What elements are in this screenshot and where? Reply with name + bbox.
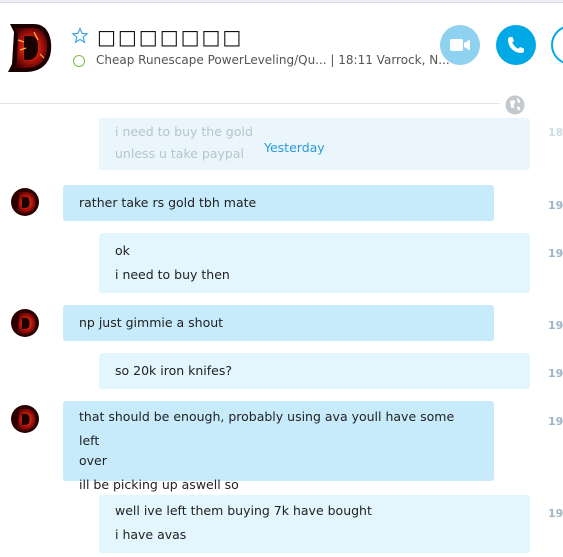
favorite-star-icon[interactable] bbox=[71, 27, 89, 45]
message-timestamp: 19: bbox=[548, 199, 563, 212]
message-line: i have avas bbox=[115, 527, 187, 542]
message-feed[interactable]: i need to buy the gold unless u take pay… bbox=[0, 104, 563, 557]
contact-name[interactable]: □□□□□□□ bbox=[97, 25, 243, 49]
incoming-message-bubble[interactable]: rather take rs gold tbh mate bbox=[63, 185, 494, 221]
outgoing-message-bubble[interactable]: ok i need to buy then bbox=[99, 233, 530, 293]
message-line: over bbox=[79, 453, 107, 468]
message-line: rather take rs gold tbh mate bbox=[79, 195, 257, 210]
message-line: np just gimmie a shout bbox=[79, 315, 224, 330]
outgoing-message-bubble[interactable]: so 20k iron knifes? bbox=[99, 353, 530, 389]
incoming-message-bubble[interactable]: np just gimmie a shout bbox=[63, 305, 494, 341]
incoming-message-bubble[interactable]: that should be enough, probably using av… bbox=[63, 401, 494, 492]
video-camera-icon bbox=[450, 39, 470, 51]
message-timestamp: 19: bbox=[548, 247, 563, 260]
message-line: ok bbox=[115, 243, 130, 258]
add-participant-button[interactable] bbox=[551, 25, 563, 65]
message-timestamp: 19: bbox=[548, 507, 563, 520]
message-line: unless u take paypal bbox=[115, 146, 244, 161]
message-line: i need to buy then bbox=[115, 267, 230, 282]
message-line: well ive left them buying 7k have bought bbox=[115, 503, 372, 518]
sender-avatar[interactable] bbox=[10, 307, 40, 339]
message-timestamp: 19: bbox=[548, 319, 563, 332]
presence-status-icon bbox=[73, 55, 85, 67]
day-separator: Yesterday bbox=[264, 140, 325, 155]
message-timestamp: 19: bbox=[548, 415, 563, 428]
sender-avatar[interactable] bbox=[10, 403, 40, 435]
message-line: so 20k iron knifes? bbox=[115, 363, 233, 378]
message-timestamp: 19: bbox=[548, 367, 563, 380]
audio-call-button[interactable] bbox=[496, 25, 536, 65]
conversation-header: □□□□□□□ Cheap Runescape PowerLeveling/Qu… bbox=[0, 3, 563, 103]
sender-avatar[interactable] bbox=[10, 186, 40, 218]
video-call-button[interactable] bbox=[440, 25, 480, 65]
message-timestamp: 18 bbox=[548, 126, 563, 139]
message-line: i need to buy the gold bbox=[115, 124, 253, 139]
message-line: that should be enough, probably using av… bbox=[79, 409, 455, 448]
contact-mood-message: Cheap Runescape PowerLeveling/Qu... | 18… bbox=[96, 53, 450, 67]
contact-avatar[interactable] bbox=[4, 20, 54, 74]
message-line: ill be picking up aswell so bbox=[79, 477, 239, 492]
outgoing-message-bubble[interactable]: well ive left them buying 7k have bought… bbox=[99, 495, 530, 553]
phone-icon bbox=[508, 37, 524, 53]
